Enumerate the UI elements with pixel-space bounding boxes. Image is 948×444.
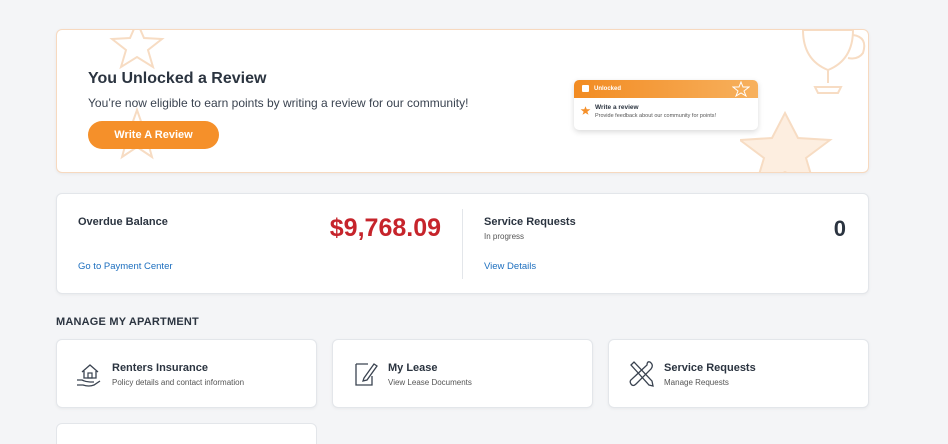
tile-subtitle: Policy details and contact information	[112, 378, 245, 387]
house-hand-icon	[77, 364, 101, 387]
document-pen-icon	[355, 363, 378, 386]
tile-subtitle: Manage Requests	[664, 378, 729, 387]
star-outline-icon	[732, 81, 750, 97]
additional-tile[interactable]	[56, 423, 317, 444]
review-promo-banner: You Unlocked a Review You’re now eligibl…	[56, 29, 869, 173]
service-requests-label: Service Requests	[484, 216, 576, 228]
star-outline-decoration	[109, 30, 165, 70]
preview-card-subtitle: Provide feedback about our community for…	[595, 113, 717, 119]
summary-divider	[462, 209, 463, 279]
write-review-button[interactable]: Write A Review	[88, 121, 219, 149]
service-requests-status: In progress	[484, 232, 525, 241]
service-requests-count: 0	[833, 216, 846, 241]
renters-insurance-tile[interactable]: Renters Insurance Policy details and con…	[56, 339, 317, 408]
tile-subtitle: View Lease Documents	[388, 378, 472, 387]
unlocked-review-preview-card: Unlocked Write a review Provide feedback…	[574, 80, 758, 130]
preview-card-header: Unlocked	[574, 80, 758, 98]
tile-title: My Lease	[388, 362, 438, 374]
manage-apartment-heading: MANAGE MY APARTMENT	[56, 316, 199, 328]
service-requests-tile[interactable]: Service Requests Manage Requests	[608, 339, 869, 408]
my-lease-tile[interactable]: My Lease View Lease Documents	[332, 339, 593, 408]
payment-center-link[interactable]: Go to Payment Center	[78, 261, 173, 272]
promo-description: You’re now eligible to earn points by wr…	[88, 96, 469, 110]
promo-title: You Unlocked a Review	[88, 70, 267, 87]
star-icon	[580, 106, 591, 115]
tools-icon	[629, 361, 654, 387]
account-summary-card: Overdue Balance $9,768.09 Go to Payment …	[56, 193, 869, 294]
overdue-balance-label: Overdue Balance	[78, 216, 168, 228]
tile-title: Service Requests	[664, 362, 756, 374]
tile-title: Renters Insurance	[112, 362, 208, 374]
overdue-balance-amount: $9,768.09	[329, 214, 441, 242]
preview-card-title: Write a review	[595, 104, 639, 111]
view-details-link[interactable]: View Details	[484, 261, 536, 272]
preview-card-header-label: Unlocked	[594, 86, 622, 92]
trophy-decoration	[801, 30, 866, 94]
unlock-icon	[582, 85, 589, 92]
